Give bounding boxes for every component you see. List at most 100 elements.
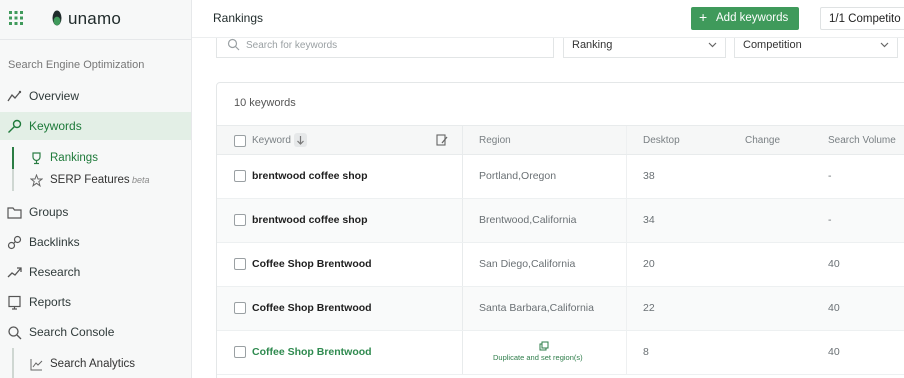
duplicate-region-action[interactable]: Duplicate and set region(s): [493, 353, 583, 362]
sidebar-subitem-label: SERP Features: [50, 174, 130, 186]
sidebar-item-keywords[interactable]: Keywords: [0, 112, 191, 140]
header-keyword[interactable]: Keyword: [252, 135, 291, 146]
trophy-icon: [32, 151, 41, 164]
sidebar-item-groups[interactable]: Groups: [0, 198, 191, 226]
column-divider: [462, 126, 463, 154]
search-volume-cell: -: [828, 170, 832, 182]
keyword-cell[interactable]: Coffee Shop Brentwood: [252, 302, 372, 314]
sidebar-item-research[interactable]: Research: [0, 258, 191, 286]
link-icon: [7, 235, 22, 249]
column-divider: [462, 287, 463, 330]
magnifier-icon: [8, 325, 22, 339]
column-divider: [626, 243, 627, 286]
sidebar-subitem-rankings[interactable]: Rankings: [0, 147, 191, 169]
sidebar-item-search-console[interactable]: Search Console: [0, 318, 191, 346]
row-checkbox[interactable]: [234, 170, 246, 182]
header-region[interactable]: Region: [479, 135, 511, 146]
sort-arrow-icon[interactable]: [294, 133, 307, 147]
sidebar-item-label: Overview: [29, 89, 80, 103]
ranking-select[interactable]: Ranking: [563, 38, 726, 58]
competition-select-value: Competition: [743, 39, 802, 51]
search-volume-cell: 40: [828, 346, 840, 358]
sidebar-subitem-label: Search Analytics: [50, 358, 136, 370]
search-volume-cell: -: [828, 214, 832, 226]
row-checkbox[interactable]: [234, 214, 246, 226]
keyword-search-input[interactable]: Search for keywords: [216, 38, 554, 58]
keyword-count: 10 keywords: [234, 97, 296, 109]
column-divider: [462, 331, 463, 374]
brand-bar: unamo: [0, 0, 192, 40]
topbar: Rankings + Add keywords 1/1 Competito: [192, 0, 904, 38]
column-divider: [626, 126, 627, 154]
sidebar-subitem-label: Rankings: [50, 152, 98, 164]
column-divider: [626, 199, 627, 242]
unamo-logo-icon: [52, 10, 62, 26]
header-change[interactable]: Change: [745, 135, 780, 146]
table-row-hovered[interactable]: Coffee Shop Brentwood Duplicate and set …: [217, 331, 904, 375]
desktop-rank-cell: 34: [643, 214, 655, 226]
row-checkbox[interactable]: [234, 346, 246, 358]
region-cell: Brentwood,California: [479, 214, 577, 226]
sidebar-item-label: Backlinks: [29, 235, 80, 249]
header-search-volume[interactable]: Search Volume: [828, 135, 896, 146]
region-cell: San Diego,California: [479, 258, 576, 270]
competition-select[interactable]: Competition: [734, 38, 898, 58]
header-desktop[interactable]: Desktop: [643, 135, 680, 146]
competitors-label: 1/1 Competito: [829, 13, 901, 25]
sidebar-item-label: Keywords: [29, 119, 82, 133]
brand-name: unamo: [68, 9, 121, 28]
column-divider: [626, 331, 627, 374]
sidebar: unamo Search Engine Optimization Overvie…: [0, 0, 192, 378]
desktop-rank-cell: 8: [643, 346, 649, 358]
sidebar-subitem-serp-features[interactable]: SERP Features beta: [0, 169, 191, 191]
table-header: Keyword Region Desktop Change Search Vol…: [217, 125, 904, 155]
search-icon: [227, 38, 240, 51]
report-icon: [8, 295, 21, 310]
plus-icon: +: [699, 9, 708, 25]
search-placeholder: Search for keywords: [246, 40, 338, 51]
page-title: Rankings: [213, 11, 264, 25]
column-divider: [462, 199, 463, 242]
row-checkbox[interactable]: [234, 258, 246, 270]
keywords-table-card: 10 keywords Keyword Region Desktop Chang…: [216, 82, 904, 378]
sidebar-subitem-search-analytics[interactable]: Search Analytics: [0, 353, 191, 375]
add-keywords-label: Add keywords: [716, 12, 789, 24]
section-title: Search Engine Optimization: [8, 59, 145, 71]
table-row[interactable]: Coffee Shop Brentwood San Diego,Californ…: [217, 243, 904, 287]
sidebar-item-overview[interactable]: Overview: [0, 82, 191, 110]
competitors-selector[interactable]: 1/1 Competito: [820, 7, 904, 30]
table-row[interactable]: Coffee Shop Brentwood Santa Barbara,Cali…: [217, 287, 904, 331]
edit-columns-icon[interactable]: [436, 134, 448, 146]
folder-icon: [7, 206, 22, 219]
star-icon: [30, 173, 43, 187]
desktop-rank-cell: 38: [643, 170, 655, 182]
keyword-cell[interactable]: Coffee Shop Brentwood: [252, 258, 372, 270]
table-row[interactable]: brentwood coffee shop Brentwood,Californ…: [217, 199, 904, 243]
keyword-cell[interactable]: Coffee Shop Brentwood: [252, 346, 372, 358]
select-all-checkbox[interactable]: [234, 135, 246, 147]
row-checkbox[interactable]: [234, 302, 246, 314]
column-divider: [462, 243, 463, 286]
chevron-down-icon: [708, 42, 717, 48]
search-volume-cell: 40: [828, 258, 840, 270]
column-divider: [462, 155, 463, 198]
key-icon: [8, 119, 22, 133]
table-row[interactable]: brentwood coffee shop Portland,Oregon 38…: [217, 155, 904, 199]
trend-line-icon: [7, 90, 22, 101]
analytics-chart-icon: [30, 358, 43, 370]
sidebar-item-label: Groups: [29, 205, 69, 219]
duplicate-icon[interactable]: [539, 341, 549, 351]
sidebar-item-backlinks[interactable]: Backlinks: [0, 228, 191, 256]
ranking-select-value: Ranking: [572, 39, 613, 51]
sidebar-item-reports[interactable]: Reports: [0, 288, 191, 316]
keyword-cell[interactable]: brentwood coffee shop: [252, 214, 368, 226]
desktop-rank-cell: 20: [643, 258, 655, 270]
sidebar-item-label: Search Console: [29, 325, 115, 339]
apps-grid-icon[interactable]: [9, 11, 23, 25]
desktop-rank-cell: 22: [643, 302, 655, 314]
region-cell: Santa Barbara,California: [479, 302, 594, 314]
sidebar-item-label: Research: [29, 265, 81, 279]
keyword-cell[interactable]: brentwood coffee shop: [252, 170, 368, 182]
sidebar-item-label: Reports: [29, 295, 72, 309]
add-keywords-button[interactable]: + Add keywords: [691, 7, 799, 30]
